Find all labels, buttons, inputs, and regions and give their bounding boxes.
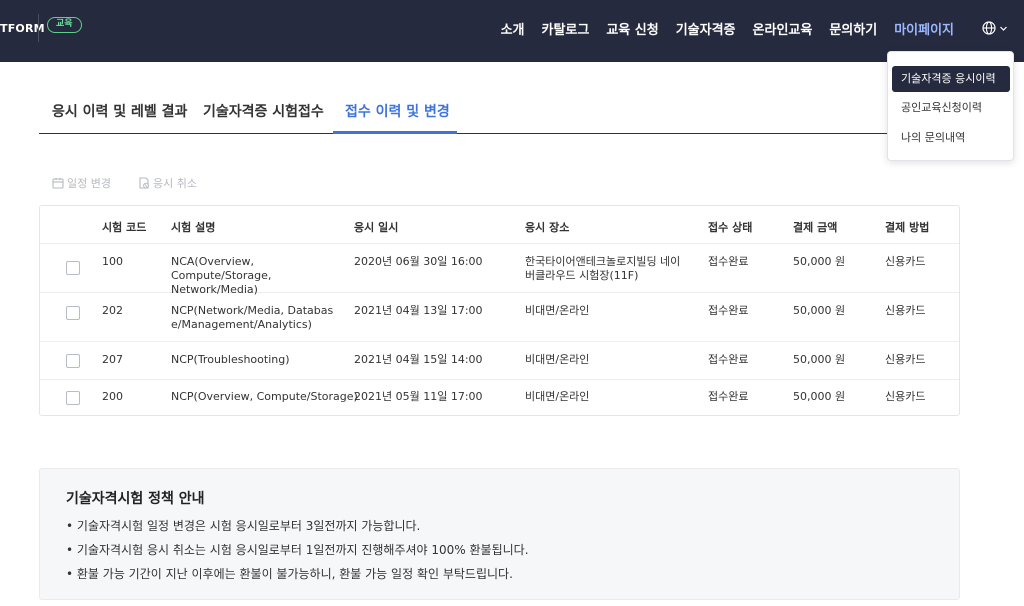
cancel-exam-button[interactable]: 응시 취소 (138, 175, 197, 191)
cell-code: 202 (102, 304, 123, 317)
cell-status: 접수완료 (708, 353, 749, 366)
cell-method: 신용카드 (885, 255, 926, 268)
header-exam-place: 응시 장소 (525, 221, 570, 234)
menu-item-cert-exam-history[interactable]: 기술자격증 응시이력 (892, 66, 1010, 92)
change-schedule-button[interactable]: 일정 변경 (52, 175, 111, 191)
row-checkbox[interactable] (66, 261, 80, 275)
cell-place: 비대면/온라인 (525, 390, 590, 403)
policy-title: 기술자격시험 정책 안내 (66, 491, 205, 507)
cell-place: 한국타이어앤테크놀로지빌딩 네이버클라우드 시험장(11F) (525, 255, 681, 282)
cell-amount: 50,000 원 (793, 390, 846, 403)
active-tab-indicator (333, 131, 457, 134)
nav-certification[interactable]: 기술자격증 (676, 19, 736, 38)
row-checkbox[interactable] (66, 306, 80, 320)
table-header: 시험 코드 시험 설명 응시 일시 응시 장소 접수 상태 결제 금액 결제 방… (40, 206, 959, 244)
nav-online-learning[interactable]: 온라인교육 (753, 19, 813, 38)
cell-code: 200 (102, 390, 123, 403)
cell-code: 100 (102, 255, 123, 268)
cancel-exam-label: 응시 취소 (152, 177, 197, 190)
registration-table: 시험 코드 시험 설명 응시 일시 응시 장소 접수 상태 결제 금액 결제 방… (39, 205, 960, 416)
menu-item-course-history[interactable]: 공인교육신청이력 (892, 95, 1010, 121)
nav-catalog[interactable]: 카탈로그 (542, 19, 590, 38)
menu-item-my-inquiries[interactable]: 나의 문의내역 (892, 125, 1010, 151)
policy-item: • 기술자격시험 일정 변경은 시험 응시일로부터 3일전까지 가능합니다. (66, 519, 421, 533)
cancel-document-icon (139, 177, 149, 189)
nav-mypage[interactable]: 마이페이지 (894, 19, 954, 38)
action-bar: 일정 변경 응시 취소 (52, 175, 224, 191)
policy-notice: 기술자격시험 정책 안내 • 기술자격시험 일정 변경은 시험 응시일로부터 3… (39, 468, 960, 600)
table-row: 100 NCA(Overview, Compute/Storage, Netwo… (40, 244, 959, 296)
header-amount: 결제 금액 (793, 221, 838, 234)
cell-status: 접수완료 (708, 255, 749, 268)
cell-desc: NCP(Network/Media, Database/Management/A… (171, 304, 334, 331)
row-checkbox[interactable] (66, 391, 80, 405)
education-badge: 교육 (47, 17, 82, 33)
table-row: 200 NCP(Overview, Compute/Storage) 2021년… (40, 380, 959, 416)
table-row: 202 NCP(Network/Media, Database/Manageme… (40, 293, 959, 342)
tab-registration-history[interactable]: 접수 이력 및 변경 (345, 101, 450, 121)
header-status: 접수 상태 (708, 221, 753, 234)
cell-status: 접수완료 (708, 304, 749, 317)
cell-method: 신용카드 (885, 353, 926, 366)
nav-intro[interactable]: 소개 (501, 19, 525, 38)
header-payment-method: 결제 방법 (885, 221, 930, 234)
chevron-down-icon[interactable] (999, 24, 1008, 33)
cell-amount: 50,000 원 (793, 304, 846, 317)
nav-course-apply[interactable]: 교육 신청 (606, 19, 658, 38)
change-schedule-label: 일정 변경 (67, 177, 111, 190)
header-exam-date: 응시 일시 (354, 221, 399, 234)
tab-exam-registration[interactable]: 기술자격증 시험접수 (203, 101, 324, 121)
cell-amount: 50,000 원 (793, 255, 846, 268)
globe-icon[interactable] (982, 21, 996, 35)
cell-method: 신용카드 (885, 390, 926, 403)
cell-place: 비대면/온라인 (525, 304, 590, 317)
cell-method: 신용카드 (885, 304, 926, 317)
policy-item: • 환불 가능 기간이 지난 이후에는 환불이 불가능하니, 환불 가능 일정 … (66, 567, 513, 581)
cell-date: 2020년 06월 30일 16:00 (354, 255, 483, 268)
top-navigation-bar: TFORM 교육 소개 카탈로그 교육 신청 기술자격증 온라인교육 문의하기 … (0, 0, 1024, 62)
mypage-dropdown-menu: 기술자격증 응시이력 공인교육신청이력 나의 문의내역 (887, 51, 1014, 161)
tab-exam-history[interactable]: 응시 이력 및 레벨 결과 (52, 101, 187, 121)
cell-date: 2021년 04월 15일 14:00 (354, 353, 483, 366)
cell-status: 접수완료 (708, 390, 749, 403)
cell-date: 2021년 05월 11일 17:00 (354, 390, 483, 403)
header-exam-desc: 시험 설명 (171, 221, 216, 234)
logo-divider (38, 14, 39, 42)
table-row: 207 NCP(Troubleshooting) 2021년 04월 15일 1… (40, 342, 959, 380)
row-checkbox[interactable] (66, 354, 80, 368)
cell-place: 비대면/온라인 (525, 353, 590, 366)
tab-bar: 응시 이력 및 레벨 결과 기술자격증 시험접수 접수 이력 및 변경 (39, 93, 960, 134)
nav-inquiry[interactable]: 문의하기 (829, 19, 877, 38)
cell-desc: NCP(Overview, Compute/Storage) (171, 390, 358, 403)
main-nav: 소개 카탈로그 교육 신청 기술자격증 온라인교육 문의하기 마이페이지 (484, 19, 954, 38)
policy-item: • 기술자격시험 응시 취소는 시험 응시일로부터 1일전까지 진행해주셔야 1… (66, 543, 529, 557)
cell-date: 2021년 04월 13일 17:00 (354, 304, 483, 317)
cell-code: 207 (102, 353, 123, 366)
header-exam-code: 시험 코드 (102, 221, 147, 234)
cell-desc: NCA(Overview, Compute/Storage, Network/M… (171, 255, 272, 296)
cell-amount: 50,000 원 (793, 353, 846, 366)
cell-desc: NCP(Troubleshooting) (171, 353, 290, 366)
calendar-icon (52, 178, 64, 189)
